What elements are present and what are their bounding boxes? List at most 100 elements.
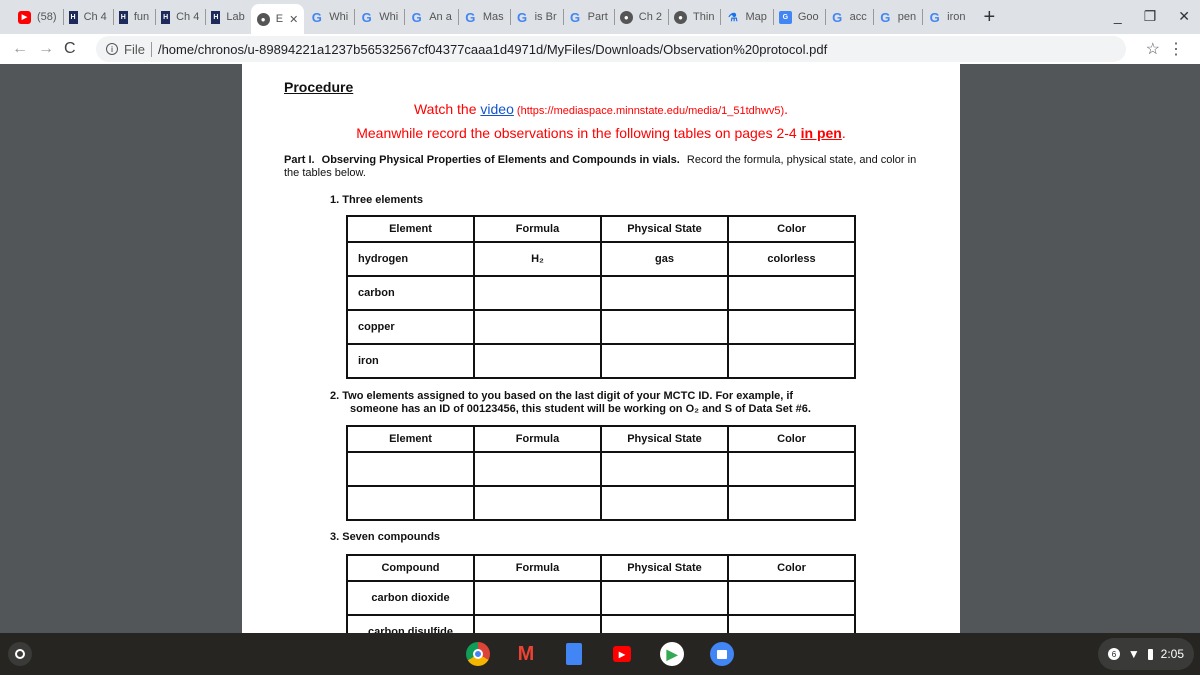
tab-title: is Br: [534, 11, 557, 23]
section-2-line2: someone has an ID of 00123456, this stud…: [350, 403, 811, 415]
flask-icon: ⚗: [728, 11, 738, 24]
tab-title: pen: [897, 11, 917, 23]
tab-title: Mas: [482, 11, 504, 23]
tab-title: Whi: [379, 11, 399, 23]
browser-tab[interactable]: H Ch 4: [155, 0, 205, 34]
three-elements-table: Element Formula Physical State Color hydroge…: [346, 215, 856, 379]
table-cell: colorless: [727, 241, 856, 277]
table-row: copper: [346, 309, 856, 345]
url-text[interactable]: /home/chronos/u-89894221a1237b56532567cf…: [158, 42, 827, 57]
table-cell: [600, 580, 729, 616]
browser-tab[interactable]: Gis Br: [509, 0, 563, 34]
tab-title: Whi: [329, 11, 349, 23]
table-cell: [727, 343, 856, 379]
launcher-button[interactable]: [8, 642, 32, 666]
table-cell: carbon disulfide: [346, 614, 475, 633]
table-header-row: Compound Formula Physical State Color: [346, 554, 856, 582]
play-store-icon[interactable]: ▶: [660, 642, 684, 666]
status-tray[interactable]: 6 ▼ 2:05: [1098, 638, 1194, 670]
browser-tab[interactable]: Gacc: [824, 0, 873, 34]
table-cell: [473, 485, 602, 521]
table-cell: gas: [600, 241, 729, 277]
browser-tab[interactable]: G An a: [404, 0, 458, 34]
tab-title: Part: [587, 11, 608, 23]
google-icon: G: [361, 9, 372, 25]
tab-title: acc: [849, 11, 867, 23]
browser-tab[interactable]: ● Thin: [668, 0, 720, 34]
info-icon[interactable]: i: [106, 43, 118, 55]
translate-icon: G: [778, 10, 792, 24]
browser-tab[interactable]: ● Ch 2: [613, 0, 668, 34]
close-window-icon[interactable]: ✕: [1178, 8, 1190, 25]
scheme-label: File: [124, 41, 152, 57]
new-tab-button[interactable]: +: [983, 6, 995, 29]
table-cell: hydrogen: [346, 241, 475, 277]
files-icon[interactable]: [710, 642, 734, 666]
column-header: Compound: [346, 554, 475, 582]
part-one-text: Part I. Observing Physical Properties of…: [284, 154, 917, 179]
back-icon[interactable]: ←: [12, 40, 28, 58]
browser-tab[interactable]: Hfun: [112, 0, 155, 34]
wifi-icon: ▼: [1127, 647, 1140, 661]
table-row: carbon: [346, 275, 856, 311]
table-cell: H₂: [473, 241, 602, 277]
video-link[interactable]: video: [480, 101, 513, 117]
forward-icon[interactable]: →: [38, 40, 54, 58]
window-controls: _ ❐ ✕: [1114, 8, 1190, 25]
table-cell: [727, 614, 856, 633]
gmail-icon[interactable]: M: [514, 642, 538, 666]
chrome-icon[interactable]: [466, 642, 490, 666]
table-row: [346, 485, 856, 521]
clock: 2:05: [1160, 647, 1185, 661]
table-header-row: Element Formula Physical State Color: [346, 425, 856, 453]
google-icon: G: [517, 9, 528, 25]
column-header: Physical State: [600, 425, 729, 453]
bookmark-icon: H: [68, 10, 78, 24]
minimize-icon[interactable]: _: [1114, 8, 1122, 25]
more-menu-icon[interactable]: ⋮: [1168, 39, 1184, 59]
table-cell: carbon: [346, 275, 475, 311]
tab-title: Ch 4: [176, 11, 200, 23]
browser-tab[interactable]: G Whi: [354, 0, 404, 34]
column-header: Physical State: [600, 215, 729, 243]
table-cell: [600, 614, 729, 633]
table-cell: [600, 485, 729, 521]
bookmark-star-icon[interactable]: ☆: [1146, 39, 1160, 59]
table-cell: [600, 343, 729, 379]
browser-tab[interactable]: H Lab: [205, 0, 250, 34]
docs-icon[interactable]: [562, 642, 586, 666]
table-cell: carbon dioxide: [346, 580, 475, 616]
column-header: Physical State: [600, 554, 729, 582]
youtube-icon[interactable]: ▶: [610, 642, 634, 666]
browser-tab[interactable]: ⚗ Map: [720, 0, 772, 34]
browser-tab[interactable]: G Whi: [304, 0, 354, 34]
tab-title: fun: [133, 11, 150, 23]
battery-icon: [1147, 648, 1153, 660]
notification-badge[interactable]: 6: [1107, 648, 1120, 660]
section-3-title: 3. Seven compounds: [330, 531, 441, 543]
table-row: carbon disulfide: [346, 614, 856, 633]
browser-tab[interactable]: ▶ (58): [12, 0, 63, 34]
record-instruction: Meanwhile record the observations in the…: [356, 125, 846, 141]
table-cell: [473, 343, 602, 379]
browser-tab[interactable]: G Part: [562, 0, 614, 34]
bookmark-icon: H: [211, 10, 221, 24]
table-cell: iron: [346, 343, 475, 379]
reload-icon[interactable]: C: [64, 40, 78, 58]
browser-tab[interactable]: H Ch 4: [62, 0, 113, 34]
close-tab-icon[interactable]: ✕: [289, 13, 298, 26]
table-cell: [346, 451, 475, 487]
browser-tab[interactable]: Gpen: [872, 0, 922, 34]
restore-icon[interactable]: ❐: [1144, 8, 1157, 25]
browser-tab[interactable]: Giron: [922, 0, 971, 34]
browser-tab[interactable]: ● E ✕: [250, 4, 305, 34]
browser-tab[interactable]: G Goo: [772, 0, 825, 34]
google-icon: G: [570, 9, 581, 25]
browser-tab[interactable]: G Mas: [457, 0, 510, 34]
table-cell: [727, 451, 856, 487]
address-bar[interactable]: i File /home/chronos/u-89894221a1237b565…: [96, 36, 1126, 62]
table-cell: [346, 485, 475, 521]
tab-title: Lab: [226, 11, 245, 23]
table-cell: [473, 309, 602, 345]
column-header: Color: [727, 215, 856, 243]
